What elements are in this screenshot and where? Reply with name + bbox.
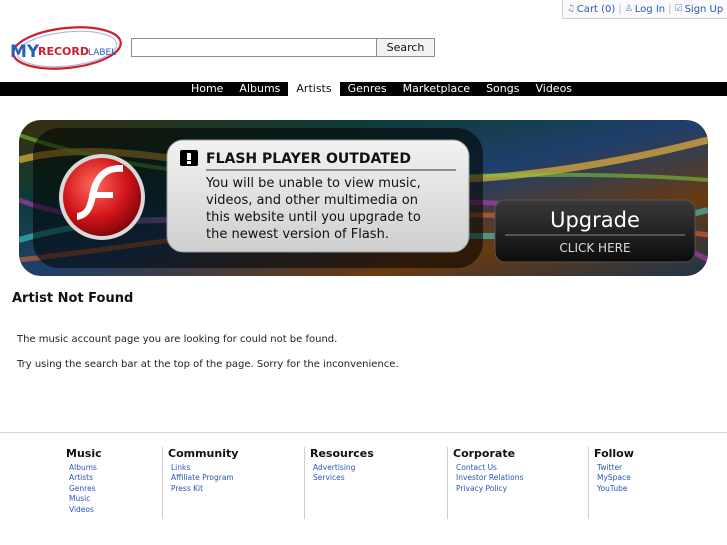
footer-column-resources: Resources Advertising Services [304, 447, 374, 519]
account-bar: ♫ Cart (0) | ♙ Log In | ☑ Sign Up [562, 0, 727, 19]
signup-label: Sign Up [684, 3, 724, 15]
footer-link-artists[interactable]: Artists [69, 473, 102, 483]
footer-column-community: Community Links Affiliate Program Press … [162, 447, 238, 519]
upgrade-label: Upgrade [550, 208, 640, 232]
search-input[interactable] [131, 38, 377, 57]
footer-link-privacy[interactable]: Privacy Policy [456, 484, 523, 494]
footer-link-myspace[interactable]: MySpace [597, 473, 634, 483]
banner-line-2: videos, and other multimedia on [206, 193, 418, 208]
upgrade-button[interactable]: Upgrade CLICK HERE [494, 199, 696, 263]
login-link[interactable]: ♙ Log In [625, 4, 665, 15]
click-here-label: CLICK HERE [559, 241, 630, 255]
nav-albums[interactable]: Albums [231, 82, 288, 96]
banner-line-3: this website until you upgrade to [206, 210, 421, 225]
footer-link-youtube[interactable]: YouTube [597, 484, 634, 494]
page-title: Artist Not Found [12, 291, 134, 306]
banner-line-1: You will be unable to view music, [205, 176, 421, 191]
login-label: Log In [634, 3, 666, 15]
flash-upgrade-banner[interactable]: FLASH PLAYER OUTDATED You will be unable… [19, 120, 708, 276]
footer-column-follow: Follow Twitter MySpace YouTube [588, 447, 634, 519]
footer-link-affiliate[interactable]: Affiliate Program [171, 473, 238, 483]
search-suggestion-message: Try using the search bar at the top of t… [17, 359, 399, 370]
main-nav: Home Albums Artists Genres Marketplace S… [0, 82, 727, 96]
footer-heading: Follow [594, 447, 634, 460]
separator: | [618, 3, 622, 15]
nav-genres[interactable]: Genres [340, 82, 395, 96]
nav-marketplace[interactable]: Marketplace [395, 82, 478, 96]
separator: | [668, 3, 672, 15]
footer-link-services[interactable]: Services [313, 473, 374, 483]
footer-heading: Music [66, 447, 102, 460]
nav-artists[interactable]: Artists [288, 82, 340, 96]
footer-link-music[interactable]: Music [69, 494, 102, 504]
signup-link[interactable]: ☑ Sign Up [674, 4, 723, 15]
search-button[interactable]: Search [376, 38, 435, 57]
cart-link[interactable]: ♫ Cart (0) [567, 4, 616, 15]
footer-link-videos[interactable]: Videos [69, 505, 102, 515]
footer-column-corporate: Corporate Contact Us Investor Relations … [447, 447, 523, 519]
banner-line-4: the newest version of Flash. [206, 227, 389, 242]
footer-heading: Corporate [453, 447, 516, 460]
footer-link-links[interactable]: Links [171, 463, 238, 473]
footer-link-investor[interactable]: Investor Relations [456, 473, 523, 483]
logo-my: MY [10, 42, 40, 62]
nav-videos[interactable]: Videos [527, 82, 580, 96]
user-icon: ♙ [624, 4, 633, 14]
site-footer: Music Albums Artists Genres Music Videos… [0, 432, 727, 545]
site-logo[interactable]: MY RECORD LABEL [8, 22, 126, 74]
logo-label: LABEL [88, 48, 116, 58]
footer-link-contact[interactable]: Contact Us [456, 463, 523, 473]
footer-column-music: Music Albums Artists Genres Music Videos [61, 447, 102, 519]
footer-link-genres[interactable]: Genres [69, 484, 102, 494]
footer-link-advertising[interactable]: Advertising [313, 463, 374, 473]
footer-link-press-kit[interactable]: Press Kit [171, 484, 238, 494]
footer-link-twitter[interactable]: Twitter [597, 463, 634, 473]
not-found-message: The music account page you are looking f… [17, 334, 338, 345]
music-note-icon: ♫ [566, 4, 575, 14]
cart-label: Cart (0) [576, 3, 616, 15]
footer-link-albums[interactable]: Albums [69, 463, 102, 473]
banner-heading: FLASH PLAYER OUTDATED [206, 151, 411, 167]
footer-heading: Community [168, 447, 239, 460]
nav-home[interactable]: Home [183, 82, 231, 96]
footer-heading: Resources [310, 447, 374, 460]
signup-icon: ☑ [674, 4, 683, 14]
nav-songs[interactable]: Songs [478, 82, 527, 96]
logo-record: RECORD [38, 45, 89, 58]
